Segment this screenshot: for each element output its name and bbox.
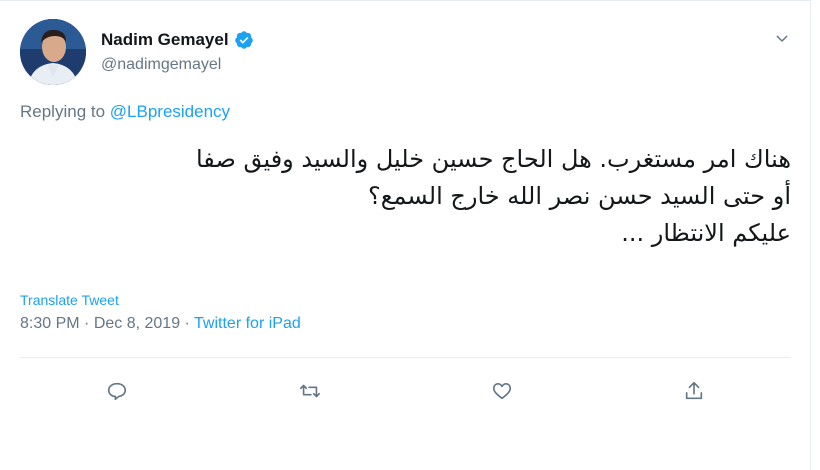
retweet-icon bbox=[300, 384, 320, 398]
replying-to: Replying to @LBpresidency bbox=[20, 102, 230, 122]
replying-to-label: Replying to bbox=[20, 102, 110, 121]
tweet-card: Nadim Gemayel @nadimgemayel Replying to … bbox=[0, 0, 811, 470]
tweet-text-line: عليكم الانتظار ... bbox=[621, 219, 791, 247]
share-icon bbox=[685, 381, 703, 400]
meta-separator: · bbox=[79, 315, 94, 332]
reply-button[interactable] bbox=[103, 377, 131, 405]
tweet-text: هناك امر مستغرب. هل الحاج حسين خليل والس… bbox=[20, 141, 791, 252]
meta-separator: · bbox=[180, 315, 195, 332]
divider bbox=[20, 357, 791, 358]
avatar[interactable] bbox=[20, 19, 86, 85]
tweet-source-link[interactable]: Twitter for iPad bbox=[194, 315, 301, 332]
author-name[interactable]: Nadim Gemayel bbox=[101, 30, 229, 50]
like-button[interactable] bbox=[488, 377, 516, 405]
tweet-time[interactable]: 8:30 PM bbox=[20, 315, 80, 332]
author-handle[interactable]: @nadimgemayel bbox=[101, 56, 221, 74]
tweet-text-line: أو حتى السيد حسن نصر الله خارج السمع؟ bbox=[367, 182, 791, 210]
tweet-metadata: 8:30 PM · Dec 8, 2019 · Twitter for iPad bbox=[20, 315, 301, 333]
reply-icon bbox=[107, 382, 127, 401]
like-icon bbox=[492, 383, 512, 400]
chevron-down-icon[interactable] bbox=[772, 29, 792, 49]
tweet-date[interactable]: Dec 8, 2019 bbox=[94, 315, 180, 332]
reply-mention-link[interactable]: @LBpresidency bbox=[110, 102, 230, 121]
retweet-button[interactable] bbox=[296, 377, 324, 405]
share-button[interactable] bbox=[680, 377, 708, 405]
verified-badge-icon bbox=[234, 30, 254, 50]
author-name-row[interactable]: Nadim Gemayel bbox=[101, 30, 254, 50]
translate-tweet-link[interactable]: Translate Tweet bbox=[20, 292, 119, 308]
tweet-text-line: هناك امر مستغرب. هل الحاج حسين خليل والس… bbox=[195, 145, 791, 173]
